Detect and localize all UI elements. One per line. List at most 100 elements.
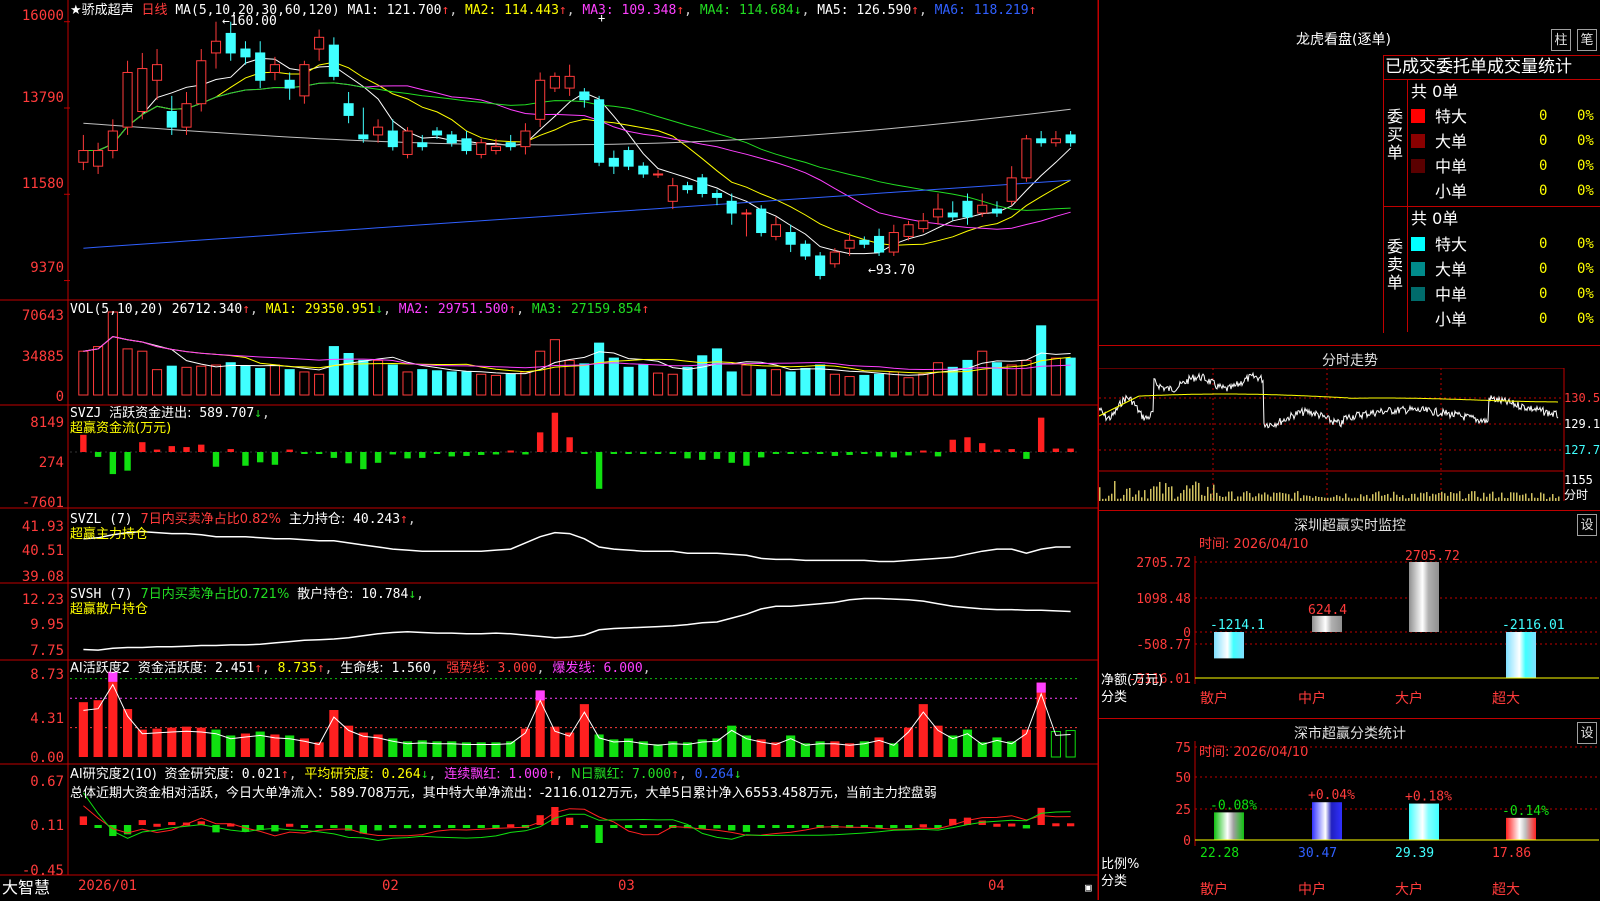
x-label-apr: 04 bbox=[988, 878, 1005, 894]
svzj-bar bbox=[478, 452, 485, 455]
candle-body bbox=[991, 208, 1003, 214]
sell-label: 特大 bbox=[1435, 235, 1468, 254]
buy-total: 共 0单 bbox=[1411, 82, 1459, 101]
buy-label: 小单 bbox=[1435, 182, 1468, 201]
svzj-bar bbox=[448, 452, 455, 457]
intraday-volume-bar bbox=[1153, 486, 1155, 501]
candle-body bbox=[1050, 138, 1061, 144]
ai-research-bar bbox=[462, 825, 471, 828]
svzj-bar bbox=[699, 452, 706, 460]
svzj-bar bbox=[1067, 448, 1074, 452]
volume-bar bbox=[151, 369, 163, 396]
class-value-label: 22.28 bbox=[1200, 846, 1239, 861]
intraday-volume-bar bbox=[1285, 493, 1287, 501]
intraday-volume-bar bbox=[1291, 498, 1293, 501]
intraday-panel[interactable]: 分时走势 130.5 129.1 127.7 1155 分时 bbox=[1099, 345, 1600, 510]
volume-bar bbox=[638, 364, 649, 396]
volume-bar bbox=[476, 373, 487, 396]
svzj-bar bbox=[256, 452, 264, 463]
svzj-bar bbox=[198, 444, 205, 452]
svzj-bar bbox=[433, 452, 441, 454]
intraday-volume-bar bbox=[1384, 494, 1386, 501]
intraday-volume-bar bbox=[1468, 493, 1470, 501]
svzj-bar bbox=[949, 439, 956, 452]
vol-tick-1: 70643 bbox=[21, 308, 64, 324]
intraday-volume-bar bbox=[1174, 498, 1176, 501]
svzj-bar bbox=[345, 452, 352, 464]
period-label[interactable]: 日线 bbox=[142, 3, 168, 18]
svzj-bar bbox=[271, 452, 279, 465]
intraday-volume-bar bbox=[1378, 491, 1380, 501]
sz-monitor-xlabel: 分类 bbox=[1101, 690, 1128, 705]
candle-body bbox=[594, 99, 605, 163]
volume-bar bbox=[682, 366, 693, 396]
ai-active-tick-1: 8.73 bbox=[30, 667, 64, 683]
intraday-volume-bar bbox=[1213, 484, 1215, 501]
svzj-bar bbox=[168, 446, 175, 452]
category-label: 散户 bbox=[1200, 881, 1228, 898]
svzj-bar bbox=[595, 452, 603, 489]
ai-research-tick-3: -0.45 bbox=[21, 863, 64, 879]
ai-research-bar bbox=[507, 824, 515, 828]
intraday-tick-5: 分时 bbox=[1564, 488, 1589, 502]
main-chart-svg[interactable]: + bbox=[0, 0, 1098, 900]
intraday-chart[interactable] bbox=[1099, 368, 1600, 511]
intraday-volume-bar bbox=[1297, 491, 1299, 501]
ai-active-tick-3: 0.00 bbox=[30, 750, 64, 766]
svsh-header: SVSH (7) 7日内买卖净占比0.721% 散户持仓: 10.784↓, bbox=[70, 587, 424, 602]
ai-research-bar bbox=[742, 825, 751, 832]
ma6-line bbox=[83, 179, 1071, 249]
svzj-bar bbox=[993, 449, 1001, 452]
candle-body bbox=[166, 111, 177, 128]
bar-2 bbox=[1409, 562, 1439, 632]
y-tick-label: 25 bbox=[1175, 803, 1191, 818]
main-chart-area[interactable]: + ★骄成超声 日线 MA(5,10,20,30,60,120) MA1: 12… bbox=[0, 0, 1098, 900]
intraday-volume-bar bbox=[1459, 491, 1461, 501]
sell-count: 0 bbox=[1539, 236, 1548, 252]
bar-value-label: 2705.72 bbox=[1405, 549, 1460, 564]
intraday-volume-bar bbox=[1486, 496, 1488, 501]
star-icon[interactable]: ★ bbox=[70, 3, 82, 18]
bar-value-label: -1214.1 bbox=[1210, 618, 1265, 633]
svzj-bar bbox=[669, 452, 676, 454]
candle-body bbox=[977, 204, 988, 214]
volume-bar bbox=[1006, 364, 1017, 396]
tab-tick-view[interactable]: 笔 bbox=[1577, 29, 1597, 51]
intraday-volume-bar bbox=[1417, 497, 1419, 501]
lock-icon[interactable]: ▣ bbox=[1085, 880, 1092, 895]
ai-research-bar bbox=[286, 823, 294, 827]
svzj-bar bbox=[212, 452, 220, 467]
candle-body bbox=[844, 239, 855, 249]
intraday-volume-bar bbox=[1180, 493, 1182, 501]
svzj-bar bbox=[1037, 417, 1045, 452]
candle-body bbox=[461, 138, 472, 152]
svzj-bar bbox=[374, 452, 382, 463]
tab-bar-view[interactable]: 柱 bbox=[1551, 29, 1571, 51]
ai-research-bar bbox=[477, 825, 485, 828]
ma4-line bbox=[83, 82, 1071, 211]
svzj-bar bbox=[861, 452, 868, 454]
svzj-bar bbox=[153, 449, 161, 452]
candle-body bbox=[1006, 177, 1017, 202]
candle-body bbox=[564, 75, 575, 89]
volume-bar bbox=[196, 365, 207, 396]
intraday-volume-bar bbox=[1279, 492, 1281, 501]
intraday-volume-bar bbox=[1252, 497, 1254, 501]
volume-bar bbox=[210, 364, 222, 396]
buy-count: 0 bbox=[1539, 183, 1548, 199]
brand-logo[interactable]: 大智慧 bbox=[2, 879, 50, 897]
svsh-subtitle: 超赢散户持仓 bbox=[70, 602, 149, 617]
bar-2 bbox=[1409, 803, 1439, 840]
candle-body bbox=[623, 150, 634, 167]
ai-research-bar bbox=[772, 825, 780, 828]
ai-research-bar bbox=[168, 822, 176, 826]
sell-row-0: 特大 0 0% bbox=[1409, 234, 1600, 256]
candle-body bbox=[299, 64, 310, 97]
volume-bar bbox=[932, 362, 944, 396]
ai-active-bar bbox=[653, 744, 663, 757]
class-value-label: 30.47 bbox=[1298, 846, 1337, 861]
svzl-line bbox=[83, 530, 1071, 563]
svzj-bar bbox=[124, 452, 131, 471]
svzj-header: SVZJ 活跃资金进出: 589.707↓, bbox=[70, 406, 270, 421]
svzj-bar bbox=[1023, 452, 1030, 459]
